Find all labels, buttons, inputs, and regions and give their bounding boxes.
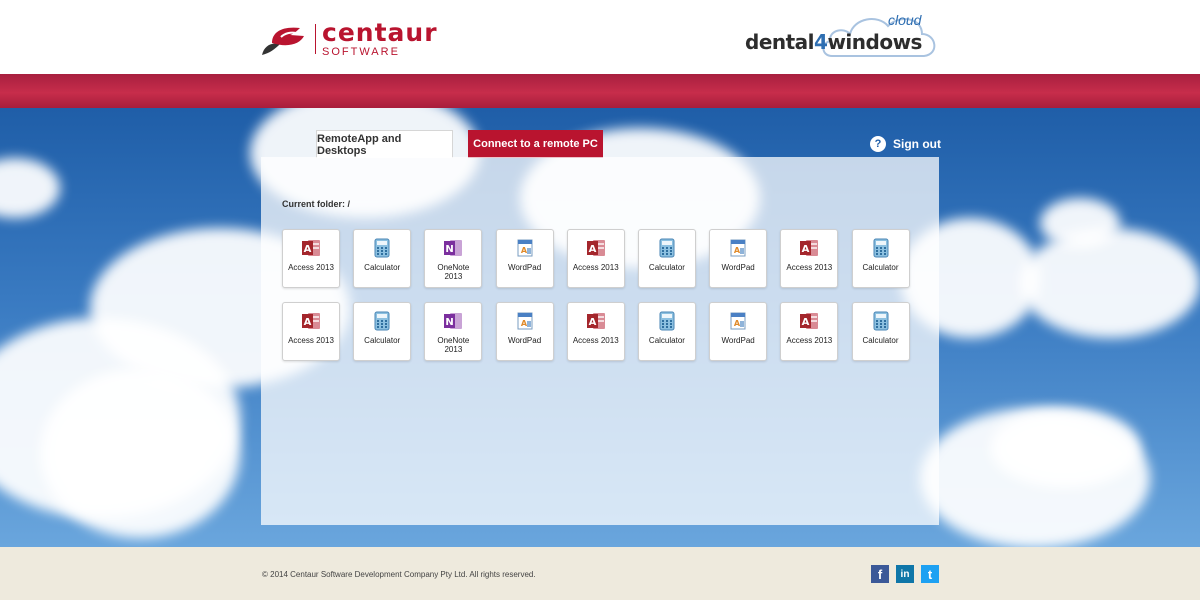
app-label: WordPad	[721, 263, 755, 272]
app-label: Access 2013	[572, 336, 619, 345]
access-icon: A	[585, 310, 607, 332]
app-tile[interactable]: A Access 2013	[780, 302, 839, 361]
access-icon: A	[798, 237, 820, 259]
app-label: Calculator	[648, 336, 685, 345]
calculator-icon	[656, 310, 678, 332]
svg-text:A: A	[588, 317, 596, 328]
access-icon: A	[300, 310, 322, 332]
app-label: Calculator	[648, 263, 685, 272]
svg-text:A: A	[304, 317, 312, 328]
remoteapp-panel: Current folder: / A Access 2013 Calculator…	[261, 157, 939, 525]
current-folder-label: Current folder: /	[282, 199, 351, 209]
app-label: OneNote 2013	[437, 263, 470, 281]
sign-out-label: Sign out	[893, 137, 941, 151]
header-red-band	[0, 74, 1200, 108]
app-tile[interactable]: Calculator	[637, 229, 696, 288]
onenote-icon: N	[442, 237, 464, 259]
centaur-software-logo: centaur SOFTWARE	[260, 18, 470, 60]
app-label: Calculator	[364, 263, 401, 272]
cloud-shape	[40, 368, 240, 538]
svg-text:N: N	[446, 244, 454, 255]
brand-windows: windows	[827, 30, 922, 54]
wordpad-icon: A	[514, 237, 536, 259]
cloud-shape	[0, 158, 60, 218]
app-tile[interactable]: Calculator	[353, 302, 412, 361]
app-tile[interactable]: A Access 2013	[566, 229, 625, 288]
app-tile[interactable]: Calculator	[851, 229, 910, 288]
access-icon: A	[585, 237, 607, 259]
linkedin-icon[interactable]: in	[896, 565, 914, 583]
wordpad-icon: A	[514, 310, 536, 332]
facebook-icon[interactable]: f	[871, 565, 889, 583]
app-label: Calculator	[364, 336, 401, 345]
app-label: Access 2013	[288, 263, 334, 272]
app-label: Access 2013	[572, 263, 619, 272]
app-label: Access 2013	[786, 263, 833, 272]
access-icon: A	[300, 237, 322, 259]
app-tile[interactable]: N OneNote 2013	[424, 302, 483, 361]
app-label: WordPad	[507, 263, 542, 272]
access-icon: A	[798, 310, 820, 332]
app-label: Calculator	[862, 263, 899, 272]
app-label: Access 2013	[288, 336, 334, 345]
cloud-shape	[990, 408, 1140, 488]
cloud-shape	[1020, 228, 1200, 338]
app-label: WordPad	[721, 336, 755, 345]
svg-text:A: A	[588, 244, 596, 255]
app-tile[interactable]: A WordPad	[709, 229, 768, 288]
app-label: OneNote 2013	[437, 336, 470, 354]
svg-text:A: A	[520, 246, 527, 255]
tab-connect-remote-pc[interactable]: Connect to a remote PC	[468, 130, 603, 158]
app-label: WordPad	[507, 336, 542, 345]
app-tile[interactable]: A Access 2013	[566, 302, 625, 361]
app-tile[interactable]: A WordPad	[495, 229, 554, 288]
help-icon: ?	[870, 136, 886, 152]
site-footer: © 2014 Centaur Software Development Comp…	[0, 547, 1200, 600]
app-tile[interactable]: Calculator	[851, 302, 910, 361]
svg-text:A: A	[734, 319, 741, 328]
app-label: Calculator	[862, 336, 899, 345]
svg-text:A: A	[520, 319, 527, 328]
svg-text:N: N	[446, 317, 454, 328]
app-tile[interactable]: Calculator	[353, 229, 412, 288]
dental4windows-wordmark: dental4windows	[745, 30, 922, 54]
svg-text:A: A	[734, 246, 741, 255]
brand-four: 4	[814, 30, 828, 54]
calculator-icon	[371, 237, 393, 259]
wordpad-icon: A	[727, 237, 749, 259]
centaur-logo-mark-icon	[262, 27, 304, 55]
calculator-icon	[870, 237, 892, 259]
dental4windows-logo: cloud dental4windows	[740, 10, 945, 62]
cloud-shape	[1040, 198, 1120, 248]
calculator-icon	[371, 310, 393, 332]
twitter-icon[interactable]: t	[921, 565, 939, 583]
svg-text:A: A	[304, 244, 312, 255]
site-header: centaur SOFTWARE cloud dental4windows	[0, 0, 1200, 74]
app-tile[interactable]: A WordPad	[709, 302, 768, 361]
svg-text:A: A	[802, 244, 810, 255]
app-tile[interactable]: A Access 2013	[780, 229, 839, 288]
app-tile[interactable]: A Access 2013	[282, 229, 340, 288]
sign-out-link[interactable]: ? Sign out	[870, 135, 941, 153]
centaur-wordmark: centaur	[322, 18, 438, 47]
app-tile[interactable]: A WordPad	[495, 302, 554, 361]
tab-remoteapp-desktops[interactable]: RemoteApp and Desktops	[316, 130, 453, 158]
logo-divider	[315, 24, 316, 54]
cloud-word: cloud	[888, 12, 922, 28]
brand-dental: dental	[745, 30, 815, 54]
app-grid: A Access 2013 Calculator N OneNote 2013 A WordP…	[282, 229, 910, 361]
onenote-icon: N	[442, 310, 464, 332]
app-tile[interactable]: Calculator	[637, 302, 696, 361]
calculator-icon	[656, 237, 678, 259]
app-tile[interactable]: A Access 2013	[282, 302, 340, 361]
centaur-subline: SOFTWARE	[322, 46, 400, 58]
copyright-text: © 2014 Centaur Software Development Comp…	[262, 570, 536, 579]
svg-text:A: A	[802, 317, 810, 328]
app-label: Access 2013	[786, 336, 833, 345]
wordpad-icon: A	[727, 310, 749, 332]
calculator-icon	[870, 310, 892, 332]
app-tile[interactable]: N OneNote 2013	[424, 229, 483, 288]
